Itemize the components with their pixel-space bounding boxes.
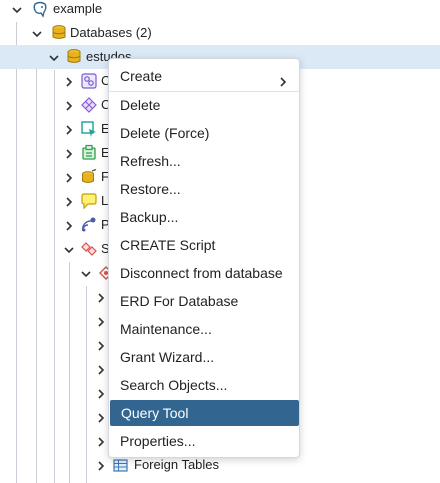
menu-item-delete-force[interactable]: Delete (Force) [109, 120, 299, 146]
tree-node-label: Databases (2) [70, 25, 152, 40]
chevron-right-icon[interactable] [63, 220, 75, 232]
chevron-down-icon[interactable] [80, 268, 92, 280]
chevron-down-icon[interactable] [48, 52, 60, 64]
tree-node-label: Foreign Tables [134, 457, 220, 472]
chevron-right-icon[interactable] [95, 436, 107, 448]
chevron-down-icon[interactable] [63, 244, 75, 256]
menu-item-erd[interactable]: ERD For Database [109, 288, 299, 314]
menu-item-disconnect[interactable]: Disconnect from database [109, 260, 299, 286]
menu-item-backup[interactable]: Backup... [109, 204, 299, 230]
catalogs-icon [80, 96, 98, 114]
tree-node-databases[interactable]: Databases (2) [0, 21, 440, 45]
menu-item-maintenance[interactable]: Maintenance... [109, 316, 299, 342]
menu-item-refresh[interactable]: Refresh... [109, 148, 299, 174]
menu-item-label: Backup... [120, 209, 179, 225]
menu-item-label: Grant Wizard... [120, 349, 215, 365]
foreign-table-icon [112, 456, 130, 474]
chevron-right-icon[interactable] [63, 148, 75, 160]
menu-item-grant-wizard[interactable]: Grant Wizard... [109, 344, 299, 370]
publications-icon [80, 216, 98, 234]
chevron-right-icon[interactable] [95, 460, 107, 472]
menu-item-create[interactable]: Create [109, 63, 299, 89]
tree-node-server[interactable]: example [0, 0, 440, 21]
menu-item-label: ERD For Database [120, 293, 239, 309]
chevron-right-icon[interactable] [95, 364, 107, 376]
databases-icon [50, 24, 68, 42]
menu-item-label: CREATE Script [120, 237, 216, 253]
database-icon [65, 48, 83, 66]
postgres-elephant-icon [31, 0, 49, 18]
menu-item-query-tool[interactable]: Query Tool [110, 400, 299, 426]
chevron-right-icon[interactable] [95, 388, 107, 400]
menu-item-label: Query Tool [121, 405, 189, 421]
chevron-right-icon[interactable] [63, 76, 75, 88]
menu-item-restore[interactable]: Restore... [109, 176, 299, 202]
chevron-right-icon[interactable] [63, 172, 75, 184]
menu-item-properties[interactable]: Properties... [109, 428, 299, 454]
menu-item-label: Create [120, 68, 163, 84]
menu-item-label: Delete (Force) [120, 125, 210, 141]
menu-item-label: Disconnect from database [120, 265, 283, 281]
menu-item-delete[interactable]: Delete [109, 92, 299, 118]
schemas-icon [80, 240, 98, 258]
tree-node-label: example [53, 1, 103, 16]
chevron-right-icon[interactable] [95, 340, 107, 352]
chevron-down-icon[interactable] [31, 28, 43, 40]
menu-item-search-objects[interactable]: Search Objects... [109, 372, 299, 398]
menu-item-label: Delete [120, 97, 161, 113]
languages-icon [80, 192, 98, 210]
chevron-right-icon[interactable] [95, 292, 107, 304]
menu-item-label: Search Objects... [120, 377, 228, 393]
event-triggers-icon [80, 120, 98, 138]
menu-item-label: Maintenance... [120, 321, 212, 337]
casts-icon [80, 72, 98, 90]
chevron-right-icon[interactable] [95, 316, 107, 328]
chevron-right-icon[interactable] [95, 412, 107, 424]
chevron-right-icon[interactable] [63, 124, 75, 136]
chevron-right-icon[interactable] [63, 196, 75, 208]
menu-item-create-script[interactable]: CREATE Script [109, 232, 299, 258]
menu-item-label: Properties... [120, 433, 196, 449]
menu-item-label: Refresh... [120, 153, 181, 169]
menu-item-label: Restore... [120, 181, 181, 197]
chevron-down-icon[interactable] [11, 4, 23, 16]
chevron-right-icon[interactable] [63, 100, 75, 112]
foreign-data-wrappers-icon [80, 168, 98, 186]
extensions-icon [80, 144, 98, 162]
context-menu: Create Delete Delete (Force) Refresh... … [108, 58, 300, 458]
